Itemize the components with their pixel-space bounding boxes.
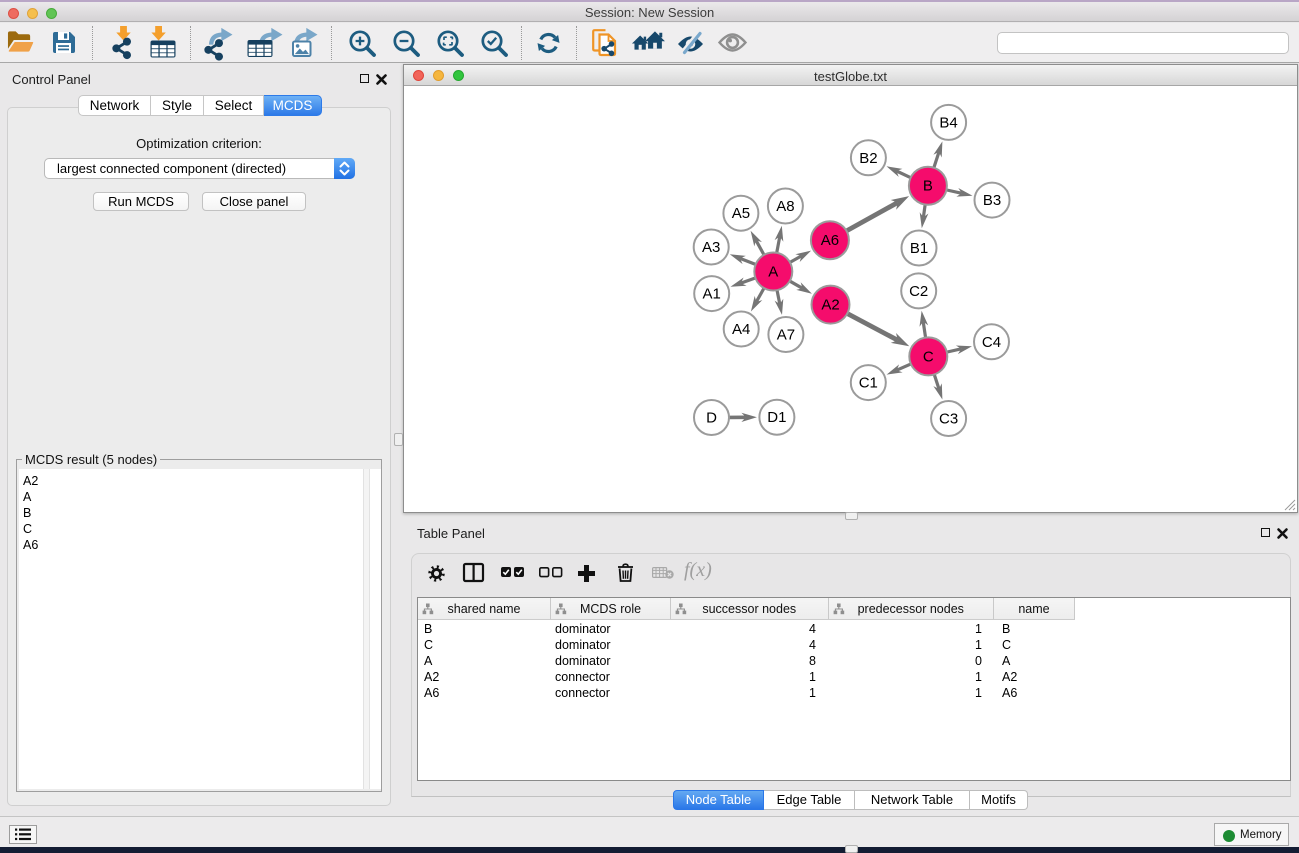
svg-text:A4: A4 [732,321,750,338]
svg-text:C3: C3 [939,411,958,428]
svg-text:B4: B4 [939,114,957,131]
svg-text:D1: D1 [767,409,786,426]
svg-text:A3: A3 [702,239,720,256]
svg-text:C4: C4 [982,334,1001,351]
svg-text:B1: B1 [910,240,928,257]
svg-text:A5: A5 [732,205,750,222]
svg-text:B: B [923,178,933,195]
svg-text:B2: B2 [859,150,877,167]
svg-text:B3: B3 [983,192,1001,209]
svg-text:A6: A6 [821,232,839,249]
svg-text:A: A [768,264,778,281]
svg-text:C2: C2 [909,283,928,300]
svg-text:A1: A1 [703,286,721,303]
svg-text:A2: A2 [821,297,839,314]
svg-text:C: C [923,348,934,365]
svg-text:A7: A7 [777,327,795,344]
svg-text:C1: C1 [859,375,878,392]
svg-text:A8: A8 [776,198,794,215]
svg-text:D: D [706,410,717,427]
